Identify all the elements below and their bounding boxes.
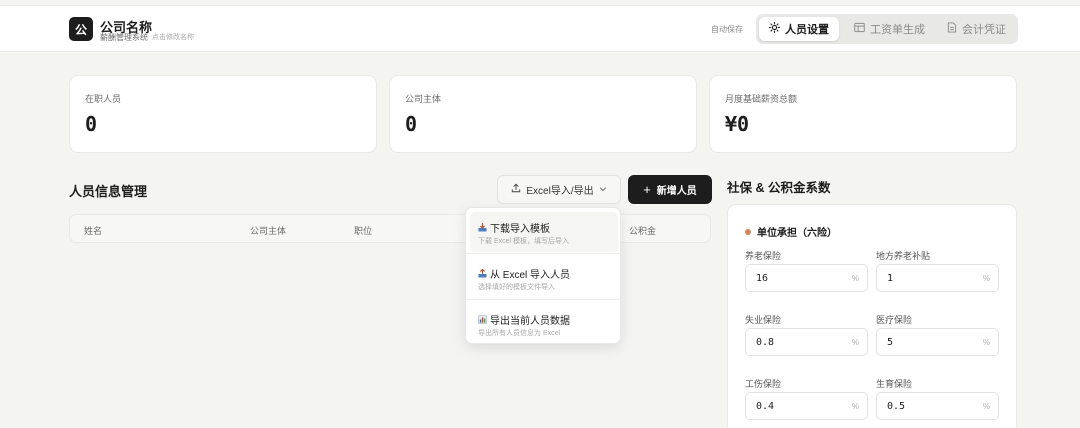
field-label-maternity: 生育保险	[876, 379, 913, 389]
add-button-label: 新增人员	[656, 186, 697, 197]
column-header-entity: 公司主体	[250, 226, 287, 236]
document-icon	[947, 22, 957, 36]
excel-button-label: Excel导入/导出	[526, 186, 594, 197]
table-icon	[854, 22, 865, 36]
tab-personnel-settings[interactable]: 人员设置	[759, 17, 839, 41]
stat-card-active-staff: 在职人员 0	[69, 75, 377, 153]
local-pension-subsidy-input[interactable]: 1 %	[876, 264, 999, 292]
upload-icon	[511, 183, 521, 196]
percent-unit: %	[851, 274, 859, 283]
input-value: 5	[887, 337, 894, 348]
menu-item-description: 选择填好的模板文件导入	[478, 284, 555, 291]
menu-divider	[466, 299, 622, 300]
tab-label: 人员设置	[785, 24, 829, 36]
stat-value: 0	[405, 112, 418, 136]
input-value: 1	[887, 273, 894, 284]
field-label-pension: 养老保险	[745, 251, 782, 261]
menu-item-description: 下载 Excel 模板，填写后导入	[478, 238, 570, 245]
input-value: 0.4	[756, 401, 775, 412]
excel-dropdown-menu: 下载导入模板 下载 Excel 模板，填写后导入 从 Excel 导入人员 选择…	[465, 207, 622, 344]
insurance-section-title: 社保 & 公积金系数	[727, 181, 831, 195]
percent-unit: %	[982, 338, 990, 347]
plus-icon: +	[643, 182, 651, 197]
tab-accounting-voucher[interactable]: 会计凭证	[937, 17, 1016, 41]
field-label-medical: 医疗保险	[876, 315, 913, 325]
company-logo: 公	[69, 17, 93, 41]
work-injury-rate-input[interactable]: 0.4 %	[745, 392, 868, 420]
unemployment-rate-input[interactable]: 0.8 %	[745, 328, 868, 356]
menu-item-description: 导出所有人员信息为 Excel	[478, 330, 561, 337]
main-tabs: 人员设置 工资单生成 会计凭证	[756, 14, 1018, 44]
system-name: 薪酬管理系统	[100, 33, 148, 42]
upload-icon	[478, 268, 487, 278]
input-value: 0.5	[887, 401, 906, 412]
stat-label: 在职人员	[85, 94, 122, 104]
menu-divider	[466, 253, 622, 254]
menu-item-export-data[interactable]: 导出当前人员数据 导出所有人员信息为 Excel	[470, 304, 618, 344]
tab-payroll-generation[interactable]: 工资单生成	[844, 17, 935, 41]
percent-unit: %	[851, 402, 859, 411]
input-value: 0.8	[756, 337, 775, 348]
tab-label: 工资单生成	[870, 24, 925, 36]
add-person-button[interactable]: + 新增人员	[628, 175, 712, 204]
percent-unit: %	[851, 338, 859, 347]
status-dot	[745, 228, 751, 235]
maternity-rate-input[interactable]: 0.5 %	[876, 392, 999, 420]
autosave-status: 自动保存	[711, 25, 743, 34]
pension-rate-input[interactable]: 16 %	[745, 264, 868, 292]
stat-card-monthly-salary: 月度基础薪资总额 ¥0	[709, 75, 1017, 153]
stat-value: 0	[85, 112, 98, 136]
menu-item-title: 导出当前人员数据	[490, 316, 570, 327]
employer-contribution-heading: 单位承担（六险）	[745, 224, 837, 239]
chevron-down-icon	[599, 185, 607, 195]
excel-import-export-button[interactable]: Excel导入/导出	[497, 175, 621, 204]
medical-rate-input[interactable]: 5 %	[876, 328, 999, 356]
field-label-local-pension-subsidy: 地方养老补贴	[876, 251, 931, 261]
menu-item-title: 从 Excel 导入人员	[490, 270, 571, 281]
insurance-coefficients-card: 单位承担（六险） 养老保险 16 % 地方养老补贴 1 % 失业保险 0.8 %…	[727, 204, 1017, 428]
tab-label: 会计凭证	[962, 24, 1006, 36]
column-header-housing-fund: 公积金	[629, 226, 657, 236]
menu-item-download-template[interactable]: 下载导入模板 下载 Excel 模板，填写后导入	[470, 212, 618, 252]
column-header-name: 姓名	[84, 226, 103, 236]
field-label-work-injury: 工伤保险	[745, 379, 782, 389]
stat-value: ¥0	[725, 112, 750, 136]
edit-name-hint[interactable]: 点击修改名称	[152, 32, 194, 42]
stat-label: 公司主体	[405, 94, 442, 104]
bar-chart-icon	[478, 315, 487, 324]
percent-unit: %	[982, 402, 990, 411]
group-title: 单位承担（六险）	[757, 228, 837, 239]
menu-item-import-from-excel[interactable]: 从 Excel 导入人员 选择填好的模板文件导入	[470, 258, 618, 298]
field-label-unemployment: 失业保险	[745, 315, 782, 325]
percent-unit: %	[982, 274, 990, 283]
download-icon	[478, 222, 487, 232]
stat-label: 月度基础薪资总额	[725, 94, 798, 104]
input-value: 16	[756, 273, 769, 284]
menu-item-title: 下载导入模板	[490, 224, 550, 235]
top-header: 公 公司名称 薪酬管理系统 点击修改名称 自动保存 人员设置 工资单生成 会计凭…	[0, 5, 1080, 52]
stat-card-company-entities: 公司主体 0	[389, 75, 697, 153]
gear-icon	[769, 22, 780, 36]
column-header-position: 职位	[354, 226, 373, 236]
personnel-section-title: 人员信息管理	[69, 184, 148, 199]
